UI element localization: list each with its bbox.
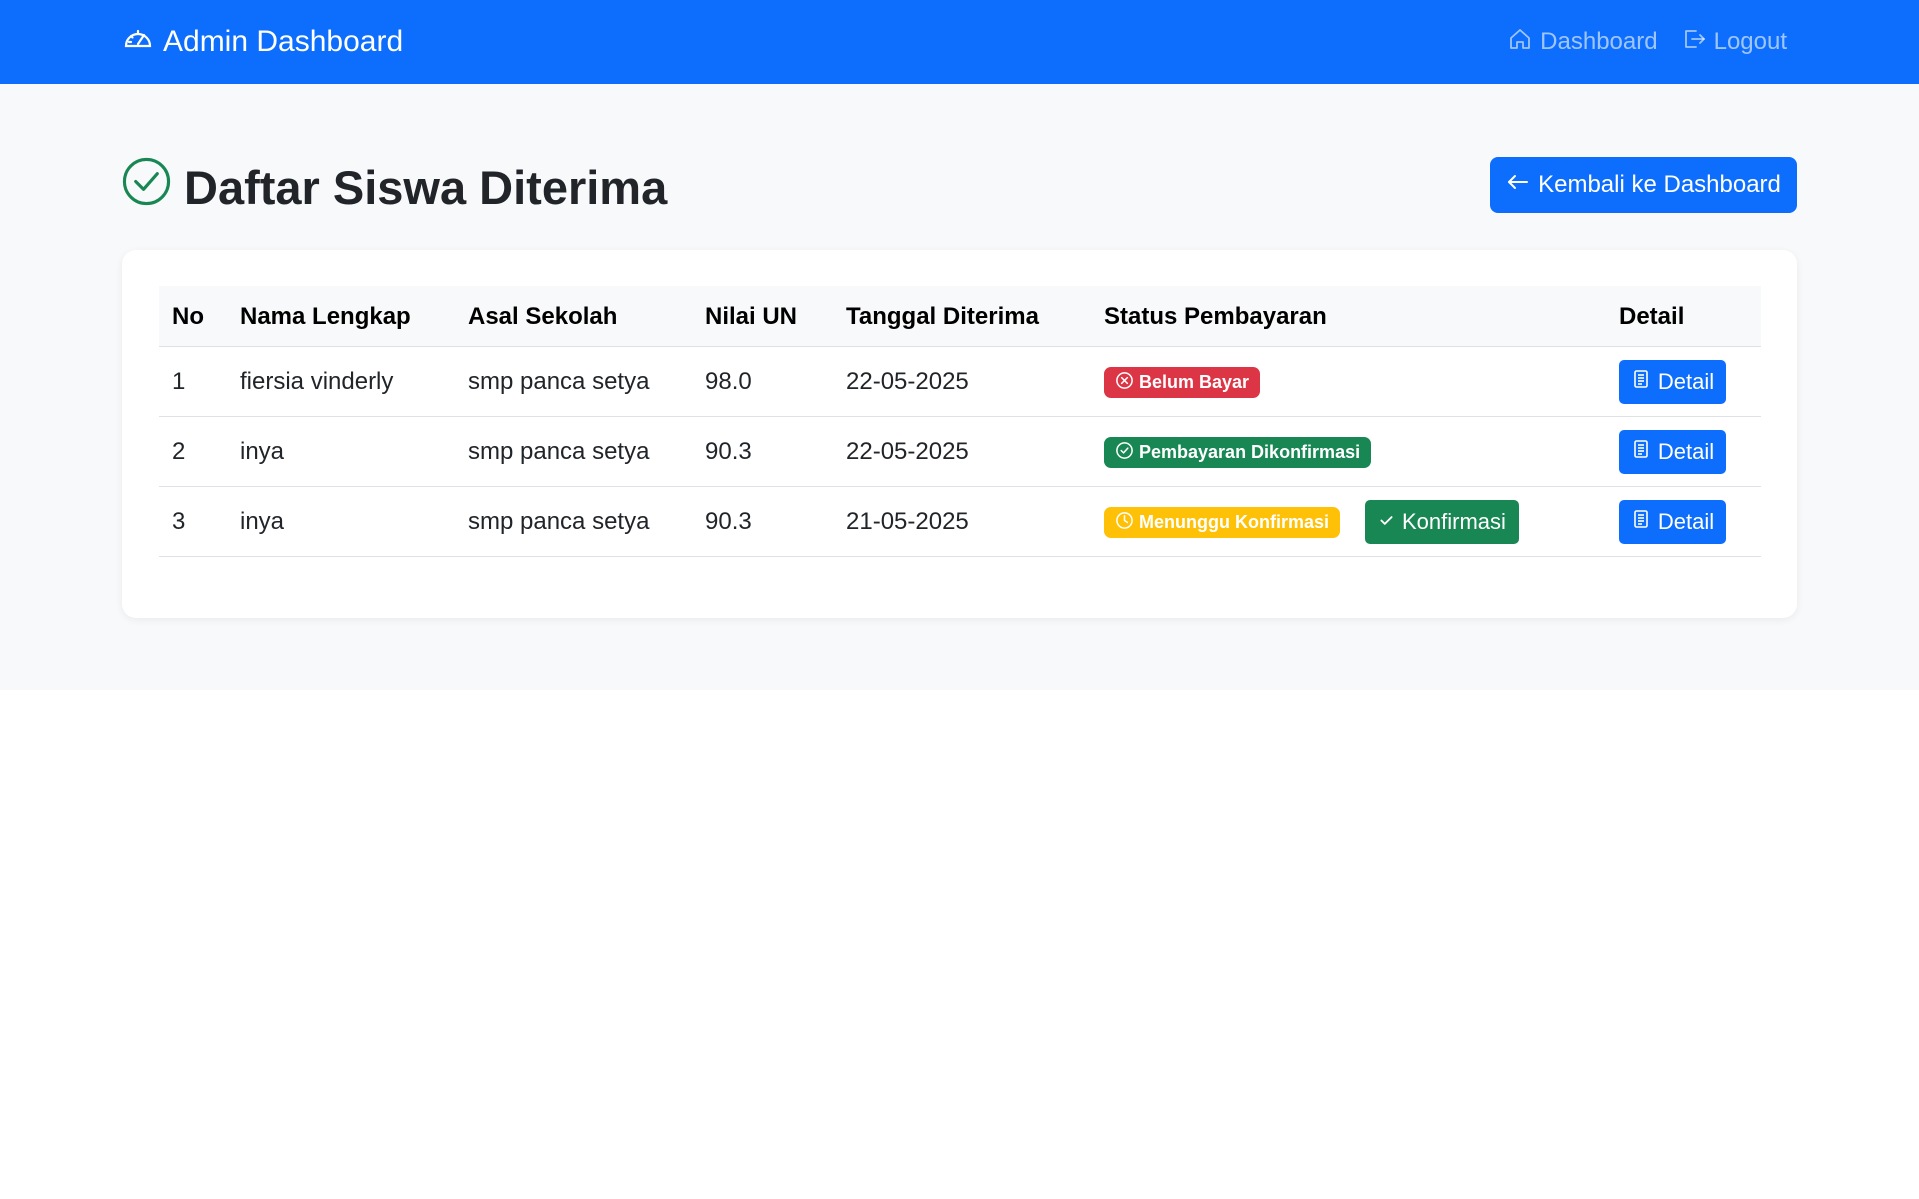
cell-nilai: 90.3 <box>705 508 752 535</box>
header-no: No <box>172 302 204 330</box>
nav-link-dashboard-label: Dashboard <box>1540 28 1658 55</box>
table-header: No Nama Lengkap Asal Sekolah Nilai UN Ta… <box>159 286 1761 347</box>
confirm-button[interactable]: Konfirmasi <box>1365 500 1519 544</box>
logout-icon <box>1682 27 1706 58</box>
status-badge-label: Pembayaran Dikonfirmasi <box>1139 442 1361 462</box>
detail-button-label: Detail <box>1657 509 1715 534</box>
cell-tanggal: 21-05-2025 <box>846 508 969 535</box>
cell-sekolah: smp panca setya <box>468 438 650 465</box>
status-badge: Pembayaran Dikonfirmasi <box>1104 437 1372 468</box>
x-circle-icon <box>1115 371 1134 395</box>
back-button-label: Kembali ke Dashboard <box>1538 171 1781 198</box>
page-title-text: Daftar Siswa Diterima <box>184 160 668 214</box>
cell-nilai: 98.0 <box>705 368 752 395</box>
speedometer-icon <box>122 22 154 62</box>
navbar-brand[interactable]: Admin Dashboard <box>122 0 403 84</box>
house-icon <box>1508 27 1532 58</box>
page-title: Daftar Siswa Diterima <box>122 157 668 217</box>
table-row: 2 inya smp panca setya 90.3 22-05-2025 P… <box>159 417 1761 487</box>
detail-button[interactable]: Detail <box>1619 360 1726 404</box>
cell-sekolah: smp panca setya <box>468 368 650 395</box>
cell-sekolah: smp panca setya <box>468 508 650 535</box>
nav-link-dashboard[interactable]: Dashboard <box>1508 27 1658 58</box>
header-nama: Nama Lengkap <box>240 302 411 330</box>
detail-button-label: Detail <box>1657 439 1715 464</box>
confirm-button-label: Konfirmasi <box>1402 509 1506 534</box>
navbar: Admin Dashboard Dashboard Logout <box>0 0 1919 84</box>
nav-link-logout-label: Logout <box>1713 28 1787 55</box>
cell-nama: inya <box>240 438 285 465</box>
check-circle-icon <box>122 157 171 217</box>
check-icon <box>1378 509 1395 535</box>
status-badge: Menunggu Konfirmasi <box>1104 507 1340 538</box>
detail-button[interactable]: Detail <box>1619 500 1726 544</box>
cell-nama: fiersia vinderly <box>240 368 394 395</box>
cell-tanggal: 22-05-2025 <box>846 368 969 395</box>
arrow-left-icon <box>1506 170 1530 201</box>
detail-button-label: Detail <box>1657 369 1715 394</box>
header-status: Status Pembayaran <box>1104 302 1327 330</box>
back-to-dashboard-button[interactable]: Kembali ke Dashboard <box>1490 157 1797 213</box>
check-circle-icon <box>1115 441 1134 465</box>
header-nilai: Nilai UN <box>705 302 798 330</box>
clock-icon <box>1115 511 1134 535</box>
document-icon <box>1631 439 1651 465</box>
cell-nilai: 90.3 <box>705 438 752 465</box>
nav-links: Dashboard Logout <box>1508 0 1787 84</box>
detail-button[interactable]: Detail <box>1619 430 1726 474</box>
brand-label: Admin Dashboard <box>163 25 404 58</box>
header-tanggal: Tanggal Diterima <box>846 302 1039 330</box>
table-row: 3 inya smp panca setya 90.3 21-05-2025 M… <box>159 487 1761 557</box>
cell-no: 3 <box>172 508 186 535</box>
document-icon <box>1631 509 1651 535</box>
header-detail: Detail <box>1619 302 1685 330</box>
table-row: 1 fiersia vinderly smp panca setya 98.0 … <box>159 347 1761 417</box>
cell-no: 2 <box>172 438 186 465</box>
status-badge: Belum Bayar <box>1104 367 1261 398</box>
cell-no: 1 <box>172 368 186 395</box>
cell-tanggal: 22-05-2025 <box>846 438 969 465</box>
nav-link-logout[interactable]: Logout <box>1682 27 1787 58</box>
document-icon <box>1631 369 1651 395</box>
status-badge-label: Belum Bayar <box>1139 372 1250 392</box>
status-badge-label: Menunggu Konfirmasi <box>1139 512 1329 532</box>
cell-nama: inya <box>240 508 285 535</box>
header-sekolah: Asal Sekolah <box>468 302 618 330</box>
